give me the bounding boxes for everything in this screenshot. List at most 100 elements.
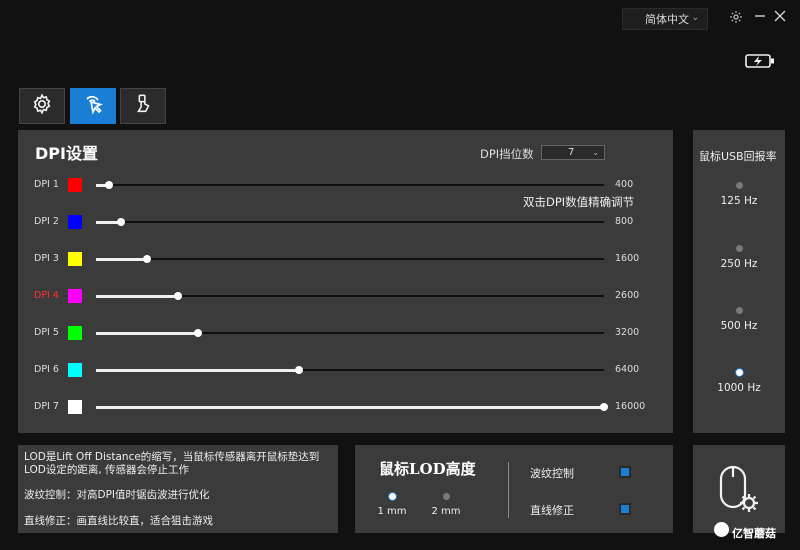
lod-radio-1mm[interactable] — [388, 493, 396, 500]
gear-icon[interactable] — [728, 10, 744, 26]
dpi-slider-6[interactable] — [96, 366, 604, 374]
dpi-color-swatch-4[interactable] — [68, 289, 82, 303]
dpi-row-7: DPI 7 16000 — [18, 397, 673, 417]
usb-rate-option-1[interactable]: 125 Hz — [693, 182, 785, 207]
info-lod-line2: LOD设定的距离, 传感器会停止工作 — [24, 464, 190, 476]
language-select[interactable]: 简体中文 ⌄ — [622, 8, 708, 30]
usb-rate-label-3: 500 Hz — [720, 320, 758, 332]
dpi-row-6: DPI 6 6400 — [18, 360, 673, 380]
dpi-label-6: DPI 6 — [34, 364, 59, 375]
cursor-click-icon — [81, 92, 105, 120]
tab-dpi[interactable] — [70, 88, 116, 124]
dpi-slider-7[interactable] — [96, 403, 608, 411]
dpi-count-value: 7 — [568, 147, 575, 158]
dpi-slider-fill-5 — [96, 331, 198, 335]
dpi-row-1: DPI 1 400 — [18, 175, 673, 195]
lod-label-1mm: 1 mm — [377, 506, 407, 517]
dpi-value-2[interactable]: 800 — [615, 216, 633, 227]
info-ripple-line: 波纹控制：对高DPI值时锯齿波进行优化 — [24, 489, 210, 501]
dpi-color-swatch-1[interactable] — [68, 178, 82, 192]
dpi-slider-3[interactable] — [96, 255, 604, 263]
lod-option-2mm[interactable]: 2 mm — [431, 493, 461, 517]
dpi-slider-fill-6 — [96, 368, 300, 372]
gear-icon — [31, 93, 53, 119]
dpi-count-label: DPI挡位数 — [480, 147, 534, 161]
chevron-down-icon: ⌄ — [691, 13, 699, 23]
usb-rate-option-3[interactable]: 500 Hz — [693, 307, 785, 332]
tab-macro[interactable] — [120, 88, 166, 124]
dpi-row-5: DPI 5 3200 — [18, 323, 673, 343]
lod-radio-2mm[interactable] — [442, 493, 450, 500]
usb-rate-label-2: 250 Hz — [720, 258, 758, 270]
ripple-control-checkbox[interactable] — [621, 468, 629, 476]
usb-rate-title: 鼠标USB回报率 — [699, 150, 777, 163]
hand-touch-icon — [132, 93, 154, 119]
dpi-slider-fill-4 — [96, 294, 179, 298]
usb-rate-option-2[interactable]: 250 Hz — [693, 245, 785, 270]
dpi-slider-handle-2[interactable] — [117, 218, 126, 226]
tab-settings[interactable] — [19, 88, 65, 124]
straight-correction-checkbox[interactable] — [621, 505, 629, 513]
dpi-row-4: DPI 4 2600 — [18, 286, 673, 306]
info-panel: LOD是Lift Off Distance的缩写，当鼠标传感器离开鼠标垫达到 L… — [18, 445, 338, 533]
dpi-panel: DPI设置 DPI挡位数 7 ⌄ 双击DPI数值精确调节 DPI 1 400 DPI… — [18, 130, 673, 433]
dpi-slider-2[interactable] — [96, 218, 604, 226]
dpi-slider-5[interactable] — [96, 329, 604, 337]
close-icon[interactable] — [772, 10, 788, 26]
dpi-value-3[interactable]: 1600 — [615, 253, 639, 264]
usb-rate-panel: 鼠标USB回报率 125 Hz 250 Hz 500 Hz 1000 Hz — [693, 130, 785, 433]
info-straight-line: 直线修正：画直线比较直，适合狙击游戏 — [24, 515, 213, 527]
dpi-color-swatch-3[interactable] — [68, 252, 82, 266]
dpi-count-select[interactable]: 7 ⌄ — [541, 145, 605, 160]
mouse-panel[interactable] — [693, 445, 785, 533]
dpi-slider-handle-7[interactable] — [600, 403, 608, 411]
ripple-control-label: 波纹控制 — [530, 467, 574, 480]
dpi-label-2: DPI 2 — [34, 216, 59, 227]
dpi-slider-1[interactable] — [96, 181, 604, 189]
lod-panel: 鼠标LOD高度 1 mm 2 mm 波纹控制 直线修正 — [355, 445, 673, 533]
chevron-down-icon: ⌄ — [592, 148, 599, 157]
dpi-label-3: DPI 3 — [34, 253, 59, 264]
dpi-value-5[interactable]: 3200 — [615, 327, 639, 338]
usb-rate-radio-3[interactable] — [735, 307, 743, 314]
dpi-slider-handle-4[interactable] — [174, 292, 183, 300]
usb-rate-label-4: 1000 Hz — [717, 382, 761, 394]
lod-divider — [508, 462, 509, 518]
lod-title: 鼠标LOD高度 — [379, 460, 476, 478]
dpi-color-swatch-7[interactable] — [68, 400, 82, 414]
info-lod-line1: LOD是Lift Off Distance的缩写，当鼠标传感器离开鼠标垫达到 — [24, 451, 320, 463]
dpi-row-3: DPI 3 1600 — [18, 249, 673, 269]
dpi-title: DPI设置 — [35, 144, 98, 163]
usb-rate-radio-4[interactable] — [735, 369, 743, 376]
usb-rate-radio-1[interactable] — [735, 182, 743, 189]
watermark-text: 亿智蘑菇 — [732, 527, 776, 540]
dpi-label-1: DPI 1 — [34, 179, 59, 190]
dpi-slider-handle-1[interactable] — [104, 181, 113, 189]
dpi-value-6[interactable]: 6400 — [615, 364, 639, 375]
dpi-label-5: DPI 5 — [34, 327, 59, 338]
watermark-logo — [714, 522, 729, 537]
mouse-settings-icon — [715, 463, 761, 519]
dpi-slider-4[interactable] — [96, 292, 604, 300]
dpi-slider-handle-3[interactable] — [142, 255, 151, 263]
battery-charging-icon — [745, 53, 775, 69]
minimize-icon[interactable] — [752, 10, 768, 26]
dpi-value-7[interactable]: 16000 — [615, 401, 645, 412]
dpi-color-swatch-2[interactable] — [68, 215, 82, 229]
usb-rate-option-4[interactable]: 1000 Hz — [693, 369, 785, 394]
dpi-hint: 双击DPI数值精确调节 — [523, 195, 635, 209]
dpi-slider-fill-3 — [96, 257, 147, 261]
lod-label-2mm: 2 mm — [431, 506, 461, 517]
dpi-slider-handle-5[interactable] — [193, 329, 202, 337]
dpi-value-4[interactable]: 2600 — [615, 290, 639, 301]
dpi-color-swatch-5[interactable] — [68, 326, 82, 340]
language-select-value: 简体中文 — [645, 13, 689, 26]
dpi-label-7: DPI 7 — [34, 401, 59, 412]
usb-rate-radio-2[interactable] — [735, 245, 743, 252]
dpi-row-2: DPI 2 800 — [18, 212, 673, 232]
dpi-slider-handle-6[interactable] — [295, 366, 304, 374]
lod-option-1mm[interactable]: 1 mm — [377, 493, 407, 517]
straight-correction-label: 直线修正 — [530, 504, 574, 517]
dpi-color-swatch-6[interactable] — [68, 363, 82, 377]
dpi-value-1[interactable]: 400 — [615, 179, 633, 190]
